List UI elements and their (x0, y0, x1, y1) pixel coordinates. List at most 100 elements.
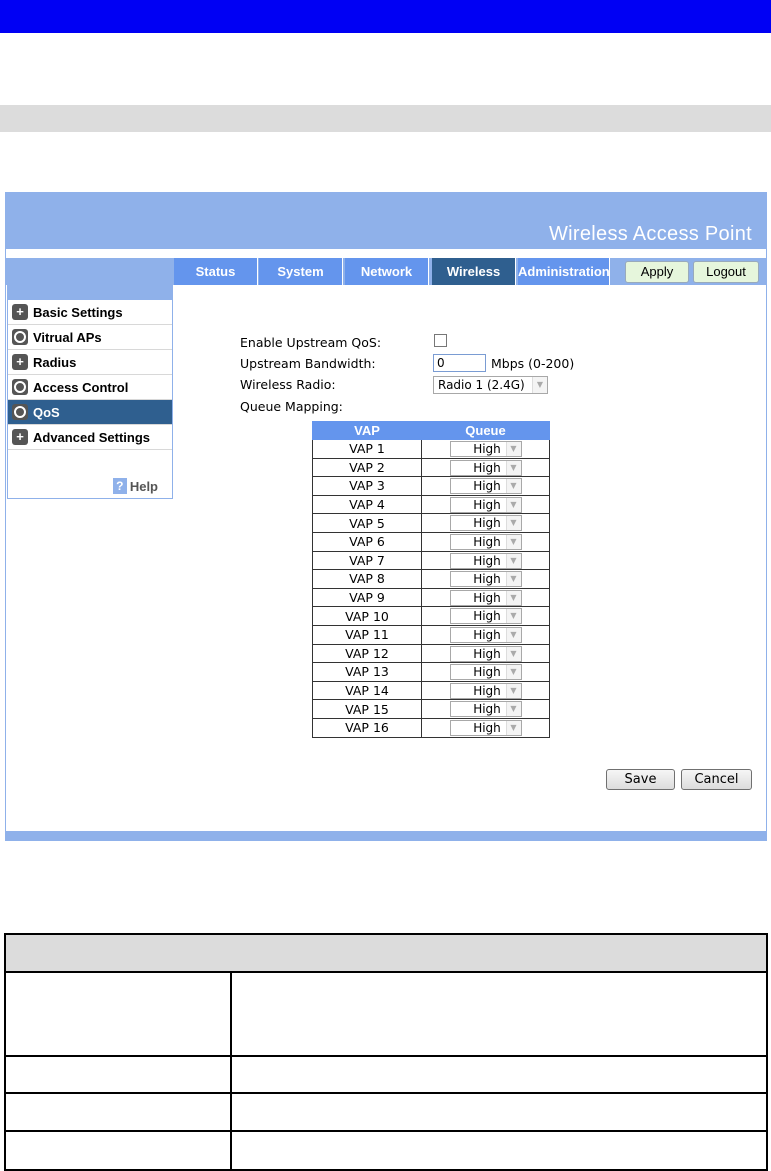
chevron-down-icon: ▼ (505, 497, 521, 512)
enable-qos-checkbox[interactable] (434, 334, 447, 347)
vap-name-cell: VAP 6 (312, 531, 422, 552)
queue-select[interactable]: High ▼ (449, 515, 522, 532)
tab-system[interactable]: System (259, 258, 343, 285)
table-row: VAP 3 High ▼ (312, 476, 550, 496)
queue-select-value: High (473, 609, 501, 624)
queue-cell: High ▼ (421, 680, 550, 701)
queue-select[interactable]: High ▼ (449, 645, 522, 662)
sidebar-item-advanced-settings[interactable]: + Advanced Settings (8, 425, 172, 450)
queue-select-value: High (473, 442, 501, 457)
help-icon: ? (112, 478, 127, 494)
logout-button[interactable]: Logout (693, 261, 759, 283)
document-section-bar (0, 105, 771, 132)
table-row: VAP 11 High ▼ (312, 624, 550, 645)
queue-select[interactable]: High ▼ (449, 589, 522, 606)
vap-name-cell: VAP 8 (312, 569, 422, 589)
queue-select[interactable]: High ▼ (449, 682, 522, 699)
queue-cell: High ▼ (421, 587, 550, 608)
sidebar-item-virtual-aps[interactable]: Vitrual APs (8, 325, 172, 350)
description-table-header (4, 933, 768, 973)
cancel-button[interactable]: Cancel (681, 769, 752, 790)
sidebar-item-label: Vitrual APs (33, 329, 102, 345)
chevron-down-icon: ▼ (505, 627, 521, 642)
tab-administration[interactable]: Administration (518, 258, 610, 285)
queue-select-value: High (473, 497, 501, 512)
vap-name-cell: VAP 10 (312, 606, 422, 626)
wireless-radio-value: Radio 1 (2.4G) (438, 378, 525, 392)
table-cell (4, 971, 232, 1057)
description-table (4, 933, 768, 1171)
circle-icon (12, 379, 28, 395)
queue-cell: High ▼ (421, 717, 550, 738)
table-row: VAP 1 High ▼ (312, 439, 550, 459)
tab-wireless[interactable]: Wireless (432, 258, 516, 285)
queue-select-value: High (473, 665, 501, 680)
table-row: VAP 5 High ▼ (312, 513, 550, 533)
vap-name-cell: VAP 3 (312, 476, 422, 496)
queue-select[interactable]: High ▼ (449, 441, 522, 458)
queue-select[interactable]: High ▼ (449, 664, 522, 681)
queue-cell: High ▼ (421, 569, 550, 589)
chevron-down-icon: ▼ (505, 460, 521, 475)
queue-select[interactable]: High ▼ (449, 534, 522, 551)
table-cell (230, 1055, 768, 1094)
chevron-down-icon: ▼ (505, 479, 521, 494)
nav-spacer (6, 258, 173, 285)
table-cell (230, 1092, 768, 1132)
sidebar-item-radius[interactable]: + Radius (8, 350, 172, 375)
enable-qos-label: Enable Upstream QoS: (240, 335, 382, 350)
circle-icon (12, 329, 28, 345)
bandwidth-label: Upstream Bandwidth: (240, 356, 376, 371)
queue-cell: High ▼ (421, 643, 550, 664)
sidebar-header (8, 286, 172, 300)
queue-select[interactable]: High ▼ (449, 459, 522, 476)
queue-cell: High ▼ (421, 662, 550, 682)
bandwidth-unit: Mbps (0-200) (491, 356, 575, 371)
queue-select[interactable]: High ▼ (449, 478, 522, 495)
chevron-down-icon: ▼ (505, 516, 521, 531)
sidebar-item-qos[interactable]: QoS (8, 400, 172, 425)
sidebar-item-basic-settings[interactable]: + Basic Settings (8, 300, 172, 325)
table-row: VAP 6 High ▼ (312, 531, 550, 552)
save-button[interactable]: Save (606, 769, 675, 790)
help-link[interactable]: ? Help (112, 478, 158, 494)
queue-cell: High ▼ (421, 531, 550, 552)
table-row: VAP 15 High ▼ (312, 699, 550, 719)
queue-select[interactable]: High ▼ (449, 496, 522, 513)
vap-name-cell: VAP 1 (312, 439, 422, 459)
table-row: VAP 12 High ▼ (312, 643, 550, 664)
tab-status[interactable]: Status (174, 258, 258, 285)
table-cell (4, 1055, 232, 1094)
queue-select-value: High (473, 720, 501, 735)
queue-mapping-table: VAP Queue VAP 1 High ▼ VAP 2 High ▼ VAP 3 High ▼… (312, 421, 550, 738)
apply-button[interactable]: Apply (625, 261, 689, 283)
queue-select[interactable]: High ▼ (449, 571, 522, 588)
table-cell (4, 1130, 232, 1171)
queue-select[interactable]: High ▼ (449, 701, 522, 718)
chevron-down-icon: ▼ (505, 702, 521, 717)
queue-cell: High ▼ (421, 457, 550, 478)
sidebar-item-access-control[interactable]: Access Control (8, 375, 172, 400)
chevron-down-icon: ▼ (532, 377, 547, 393)
queue-cell: High ▼ (421, 550, 550, 571)
chevron-down-icon: ▼ (505, 572, 521, 587)
nav-bar: Status System Network Wireless Administr… (6, 258, 766, 285)
bandwidth-input[interactable]: 0 (433, 354, 486, 372)
tab-network[interactable]: Network (345, 258, 429, 285)
help-label: Help (129, 478, 158, 494)
table-row: VAP 13 High ▼ (312, 662, 550, 682)
queue-cell: High ▼ (421, 699, 550, 719)
queue-select[interactable]: High ▼ (449, 719, 522, 736)
chevron-down-icon: ▼ (505, 683, 521, 698)
vap-name-cell: VAP 14 (312, 680, 422, 701)
queue-select[interactable]: High ▼ (449, 626, 522, 643)
chevron-down-icon: ▼ (505, 665, 521, 680)
queue-select[interactable]: High ▼ (449, 608, 522, 625)
queue-cell: High ▼ (421, 439, 550, 459)
sidebar: + Basic Settings Vitrual APs + Radius Ac… (7, 285, 173, 499)
table-row: VAP 8 High ▼ (312, 569, 550, 589)
queue-select-value: High (473, 535, 501, 550)
queue-select[interactable]: High ▼ (449, 552, 522, 569)
wireless-radio-select[interactable]: Radio 1 (2.4G) ▼ (433, 376, 548, 394)
queue-select-value: High (473, 460, 501, 475)
